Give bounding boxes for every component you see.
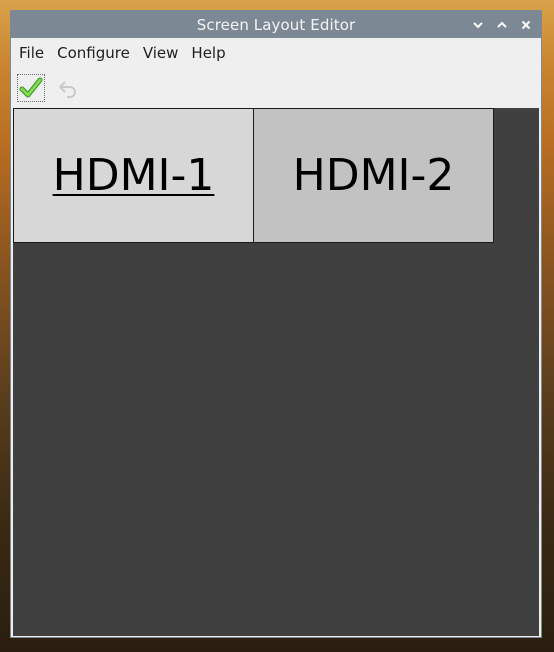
close-button[interactable] — [517, 16, 535, 34]
apply-button[interactable] — [17, 74, 45, 102]
checkmark-icon — [19, 77, 43, 98]
menu-bar: File Configure View Help — [11, 38, 541, 68]
screen-layout-editor-window: Screen Layout Editor File Configure View — [10, 10, 542, 638]
menu-view[interactable]: View — [137, 41, 185, 65]
desktop-background-right — [542, 0, 554, 652]
toolbar — [11, 68, 541, 108]
undo-icon — [59, 81, 76, 98]
maximize-button[interactable] — [493, 16, 511, 34]
title-bar[interactable]: Screen Layout Editor — [11, 11, 541, 38]
window-title: Screen Layout Editor — [196, 15, 356, 34]
close-icon — [521, 20, 531, 29]
chevron-up-icon — [497, 21, 507, 28]
chevron-down-icon — [473, 21, 483, 28]
menu-help[interactable]: Help — [185, 41, 231, 65]
display-hdmi-2[interactable]: HDMI-2 — [253, 108, 494, 243]
window-controls — [469, 11, 535, 38]
minimize-button[interactable] — [469, 16, 487, 34]
menu-file[interactable]: File — [13, 41, 50, 65]
layout-canvas[interactable]: HDMI-1 HDMI-2 — [13, 108, 539, 636]
display-hdmi-1[interactable]: HDMI-1 — [13, 108, 254, 243]
display-label: HDMI-2 — [292, 150, 455, 201]
undo-button[interactable] — [53, 73, 83, 103]
menu-configure[interactable]: Configure — [51, 41, 136, 65]
display-label: HDMI-1 — [52, 150, 215, 201]
